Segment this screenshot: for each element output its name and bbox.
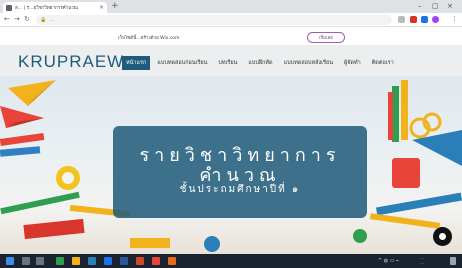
browser-tab[interactable]: ส… | ร…ยวิชาวิทยาการคำนวณ × [3, 2, 107, 13]
pencil-green-right [392, 86, 399, 142]
pencil-green [0, 191, 80, 215]
app-icon[interactable] [56, 257, 64, 265]
notification-icon[interactable] [450, 257, 456, 265]
maximize-button[interactable]: ▢ [432, 1, 439, 12]
extension-icon[interactable] [410, 16, 417, 23]
extension-icon[interactable] [421, 16, 428, 23]
word-icon[interactable] [120, 257, 128, 265]
ball-blue [204, 236, 220, 252]
chat-bubble-icon[interactable] [433, 227, 452, 246]
block-yellow [130, 238, 170, 248]
pencil-red-right [388, 92, 393, 140]
tab-close-icon[interactable]: × [99, 4, 104, 11]
hero-banner: รายวิชาวิทยาการคำนวณ ชั้นประถมศึกษาปีที่… [0, 76, 462, 254]
cup-red [392, 158, 420, 188]
chrome-icon[interactable] [152, 257, 160, 265]
forward-arrow-icon[interactable]: → [14, 15, 20, 24]
pencil-blue-right [375, 192, 462, 216]
nav-lessons[interactable]: บทเรียน [214, 56, 241, 70]
address-bar[interactable]: 🔒 … [36, 15, 392, 25]
site-logo[interactable]: KRUPRAEW [18, 53, 124, 71]
nav-pretest[interactable]: แบบทดสอบก่อนเรียน [153, 56, 211, 70]
start-icon[interactable] [6, 257, 14, 265]
powerpoint-icon[interactable] [136, 257, 144, 265]
app-icon[interactable] [168, 257, 176, 265]
profile-avatar-icon[interactable] [432, 16, 439, 23]
reload-icon[interactable]: ↻ [24, 15, 30, 24]
wix-banner-text: เว็บไซต์นี้…สร้างด้วย Wix.com [118, 36, 180, 41]
ball-green [353, 229, 367, 243]
wix-start-button[interactable]: เริ่มเลย [307, 32, 345, 43]
task-view-icon[interactable] [36, 257, 44, 265]
paper-plane-red [0, 106, 44, 128]
tab-title: ส… | ร…ยวิชาวิทยาการคำนวณ [15, 6, 78, 11]
hero-subtitle: ชั้นประถมศึกษาปีที่ ๑ [179, 184, 301, 195]
os-taskbar: ^ ◍ ▭ ⌁ …… [0, 254, 462, 268]
site-favicon-icon [6, 4, 12, 11]
back-arrow-icon[interactable]: ← [4, 15, 10, 24]
browser-menu-icon[interactable]: ⋮ [451, 15, 458, 24]
pencil-yellow-bottom-right [369, 213, 441, 229]
close-window-button[interactable]: × [447, 1, 453, 12]
lock-icon: 🔒 [40, 17, 47, 23]
hero-title-card: รายวิชาวิทยาการคำนวณ ชั้นประถมศึกษาปีที่… [113, 126, 367, 218]
search-icon[interactable] [22, 257, 30, 265]
minimize-button[interactable]: – [418, 1, 422, 12]
nav-author[interactable]: ผู้จัดทำ [340, 56, 365, 70]
pencil-red [0, 132, 45, 147]
clock[interactable]: …… [420, 255, 424, 265]
browser-tab-strip: ส… | ร…ยวิชาวิทยาการคำนวณ × + – ▢ × [0, 0, 462, 13]
url-text: … [49, 17, 54, 23]
app-icon[interactable] [104, 257, 112, 265]
app-icon[interactable] [88, 257, 96, 265]
main-nav: หน้าแรก แบบทดสอบก่อนเรียน บทเรียน แบบฝึก… [122, 56, 401, 70]
block-red [23, 218, 85, 240]
new-tab-button[interactable]: + [111, 1, 119, 12]
pencil-yellow-right [401, 80, 408, 140]
pencil-blue [0, 146, 41, 157]
browser-toolbar: ← → ↻ 🔒 … ⋮ [0, 13, 462, 27]
system-tray[interactable]: ^ ◍ ▭ ⌁ [378, 257, 399, 265]
bookmark-star-icon[interactable] [398, 16, 405, 23]
nav-home[interactable]: หน้าแรก [122, 56, 151, 70]
file-explorer-icon[interactable] [72, 257, 80, 265]
site-header: KRUPRAEW หน้าแรก แบบทดสอบก่อนเรียน บทเรี… [0, 46, 462, 76]
hero-title: รายวิชาวิทยาการคำนวณ [139, 145, 341, 186]
nav-posttest[interactable]: แบบทดสอบหลังเรียน [280, 56, 337, 70]
wix-banner: เว็บไซต์นี้…สร้างด้วย Wix.com เริ่มเลย [0, 28, 462, 46]
nav-contact[interactable]: ติดต่อเรา [368, 56, 398, 70]
nav-exercises[interactable]: แบบฝึกหัด [244, 56, 276, 70]
